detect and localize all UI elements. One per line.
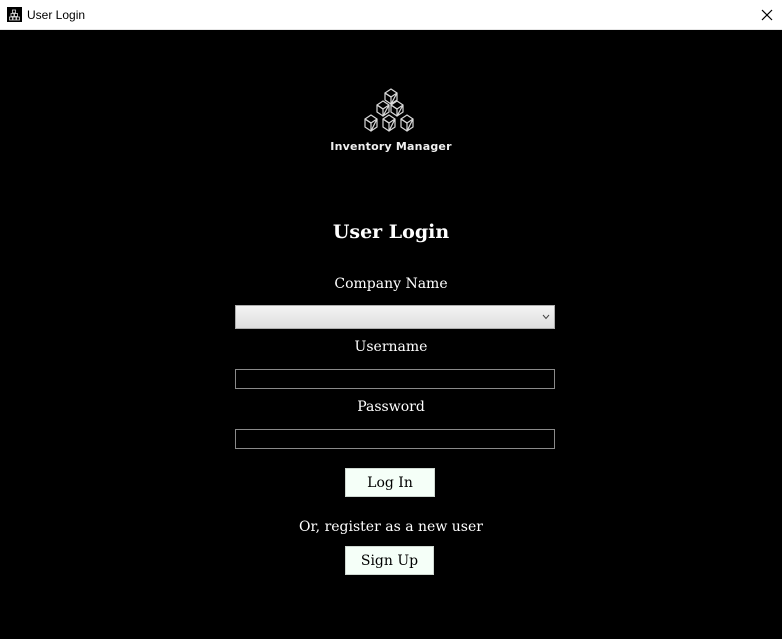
username-label: Username <box>354 339 428 355</box>
chevron-down-icon <box>542 314 550 320</box>
stacked-boxes-logo <box>361 87 419 137</box>
close-button[interactable] <box>752 0 782 29</box>
register-prompt: Or, register as a new user <box>299 519 483 535</box>
company-name-select[interactable] <box>235 305 555 329</box>
window-title: User Login <box>27 8 86 22</box>
window-titlebar: User Login <box>0 0 782 30</box>
password-label: Password <box>357 399 425 415</box>
signup-button[interactable]: Sign Up <box>345 546 434 575</box>
company-name-label: Company Name <box>334 276 448 292</box>
page-title: User Login <box>332 221 450 243</box>
login-button[interactable]: Log In <box>345 468 435 497</box>
close-icon <box>761 9 773 21</box>
password-field[interactable] <box>235 429 555 449</box>
inventory-app-icon <box>7 7 22 22</box>
brand-name: Inventory Manager <box>330 140 452 153</box>
username-field[interactable] <box>235 369 555 389</box>
login-panel: Inventory Manager User Login Company Nam… <box>0 30 782 639</box>
